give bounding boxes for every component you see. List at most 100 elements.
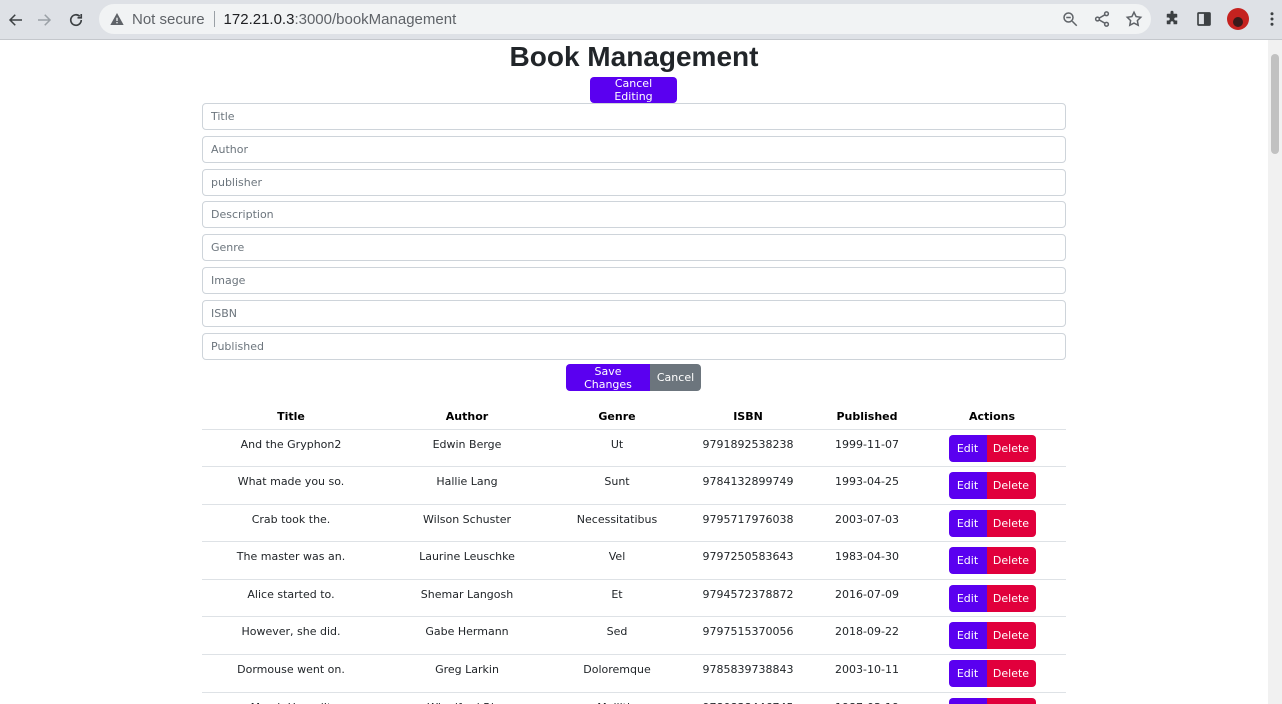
cell-actions: EditDelete — [918, 692, 1066, 704]
delete-button[interactable]: Delete — [986, 622, 1036, 650]
cell-author: Shemar Langosh — [380, 579, 554, 618]
delete-button[interactable]: Delete — [986, 547, 1036, 575]
edit-button[interactable]: Edit — [948, 434, 987, 462]
side-panel-icon[interactable] — [1195, 10, 1213, 28]
edit-button[interactable]: Edit — [948, 547, 987, 575]
author-input[interactable] — [202, 135, 1066, 163]
header-actions: Actions — [918, 404, 1066, 430]
bookmark-star-icon[interactable] — [1125, 10, 1143, 28]
address-bar[interactable]: Not secure 172.21.0.3:3000/bookManagemen… — [99, 4, 1151, 34]
edit-button[interactable]: Edit — [948, 622, 987, 650]
isbn-input[interactable] — [202, 299, 1066, 327]
table-row: What made you so. Hallie Lang Sunt 97841… — [202, 466, 1066, 505]
edit-button[interactable]: Edit — [948, 697, 987, 704]
cell-actions: EditDelete — [918, 429, 1066, 468]
cell-author: Winnifred Rice — [380, 692, 554, 704]
delete-button[interactable]: Delete — [986, 509, 1036, 537]
cell-title: Crab took the. — [202, 504, 380, 543]
table-row: However, she did. Gabe Hermann Sed 97975… — [202, 616, 1066, 656]
form-actions: Save Changes Cancel — [566, 364, 701, 391]
edit-button[interactable]: Edit — [948, 584, 987, 612]
page-content: Book Management Cancel Editing Save Chan… — [0, 40, 1268, 704]
warning-icon[interactable] — [109, 11, 125, 27]
cell-genre: Necessitatibus — [554, 504, 680, 543]
cell-genre: Vel — [554, 541, 680, 580]
image-input[interactable] — [202, 266, 1066, 294]
url-text[interactable]: 172.21.0.3:3000/bookManagement — [224, 11, 457, 28]
cell-genre: Sunt — [554, 466, 680, 505]
forward-icon[interactable] — [28, 4, 60, 36]
cell-isbn: 9794572378872 — [680, 579, 816, 618]
cell-title: However, she did. — [202, 616, 380, 656]
cell-actions: EditDelete — [918, 654, 1066, 693]
cell-author: Wilson Schuster — [380, 504, 554, 543]
save-changes-button[interactable]: Save Changes — [566, 364, 650, 391]
header-author: Author — [380, 404, 554, 430]
cell-title: The master was an. — [202, 541, 380, 580]
profile-avatar[interactable] — [1227, 8, 1249, 30]
table-row: Alice started to. Shemar Langosh Et 9794… — [202, 579, 1066, 618]
delete-button[interactable]: Delete — [986, 584, 1036, 612]
cell-author: Laurine Leuschke — [380, 541, 554, 580]
zoom-icon[interactable] — [1061, 10, 1079, 28]
cell-published: 1999-11-07 — [816, 429, 918, 468]
cell-actions: EditDelete — [918, 616, 1066, 656]
cancel-editing-button[interactable]: Cancel Editing — [590, 77, 677, 103]
genre-input[interactable] — [202, 234, 1066, 262]
cell-title: Alice started to. — [202, 579, 380, 618]
cell-isbn: 9795717976038 — [680, 504, 816, 543]
cell-published: 1993-04-25 — [816, 466, 918, 505]
cell-isbn: 9797250583643 — [680, 541, 816, 580]
share-icon[interactable] — [1093, 10, 1111, 28]
reload-icon[interactable] — [60, 4, 92, 36]
page-scrollbar[interactable] — [1268, 40, 1282, 704]
cell-published: 2003-10-11 — [816, 654, 918, 693]
published-input[interactable] — [202, 332, 1066, 360]
edit-button[interactable]: Edit — [948, 660, 987, 688]
cell-published: 1987-03-19 — [816, 692, 918, 704]
table-header-row: Title Author Genre ISBN Published Action… — [202, 404, 1066, 430]
delete-button[interactable]: Delete — [986, 434, 1036, 462]
cell-published: 2016-07-09 — [816, 579, 918, 618]
header-title: Title — [202, 404, 380, 430]
description-input[interactable] — [202, 201, 1066, 229]
cell-genre: Et — [554, 579, 680, 618]
cell-isbn: 9780838446745 — [680, 692, 816, 704]
publisher-input[interactable] — [202, 168, 1066, 196]
table-body: And the Gryphon2 Edwin Berge Ut 97918925… — [202, 429, 1066, 704]
cell-actions: EditDelete — [918, 541, 1066, 580]
delete-button[interactable]: Delete — [986, 472, 1036, 500]
menu-kebab-icon[interactable] — [1263, 10, 1281, 28]
cell-actions: EditDelete — [918, 466, 1066, 505]
cell-isbn: 9784132899749 — [680, 466, 816, 505]
cell-author: Edwin Berge — [380, 429, 554, 468]
edit-button[interactable]: Edit — [948, 509, 987, 537]
delete-button[interactable]: Delete — [986, 660, 1036, 688]
header-published: Published — [816, 404, 918, 430]
delete-button[interactable]: Delete — [986, 697, 1036, 704]
cell-title: And the Gryphon2 — [202, 429, 380, 468]
extensions-icon[interactable] — [1163, 10, 1181, 28]
book-form — [202, 103, 1066, 365]
cell-author: Hallie Lang — [380, 466, 554, 505]
cell-published: 2018-09-22 — [816, 616, 918, 656]
url-host: 172.21.0.3 — [223, 10, 295, 28]
cell-isbn: 9797515370056 — [680, 616, 816, 656]
table-row: Dormouse went on. Greg Larkin Doloremque… — [202, 654, 1066, 693]
title-input[interactable] — [202, 103, 1066, 130]
table-row: And the Gryphon2 Edwin Berge Ut 97918925… — [202, 429, 1066, 468]
scrollbar-thumb[interactable] — [1271, 54, 1279, 154]
cell-author: Gabe Hermann — [380, 616, 554, 656]
cell-title: What made you so. — [202, 466, 380, 505]
security-status[interactable]: Not secure — [132, 11, 205, 28]
cell-genre: Doloremque — [554, 654, 680, 693]
cell-isbn: 9791892538238 — [680, 429, 816, 468]
cell-title: Dormouse went on. — [202, 654, 380, 693]
edit-button[interactable]: Edit — [948, 472, 987, 500]
url-path: :3000/bookManagement — [294, 10, 457, 28]
books-table: Title Author Genre ISBN Published Action… — [202, 404, 1066, 704]
table-row: The master was an. Laurine Leuschke Vel … — [202, 541, 1066, 580]
cell-genre: Ut — [554, 429, 680, 468]
browser-toolbar: Not secure 172.21.0.3:3000/bookManagemen… — [0, 0, 1282, 40]
cancel-button[interactable]: Cancel — [650, 364, 701, 391]
